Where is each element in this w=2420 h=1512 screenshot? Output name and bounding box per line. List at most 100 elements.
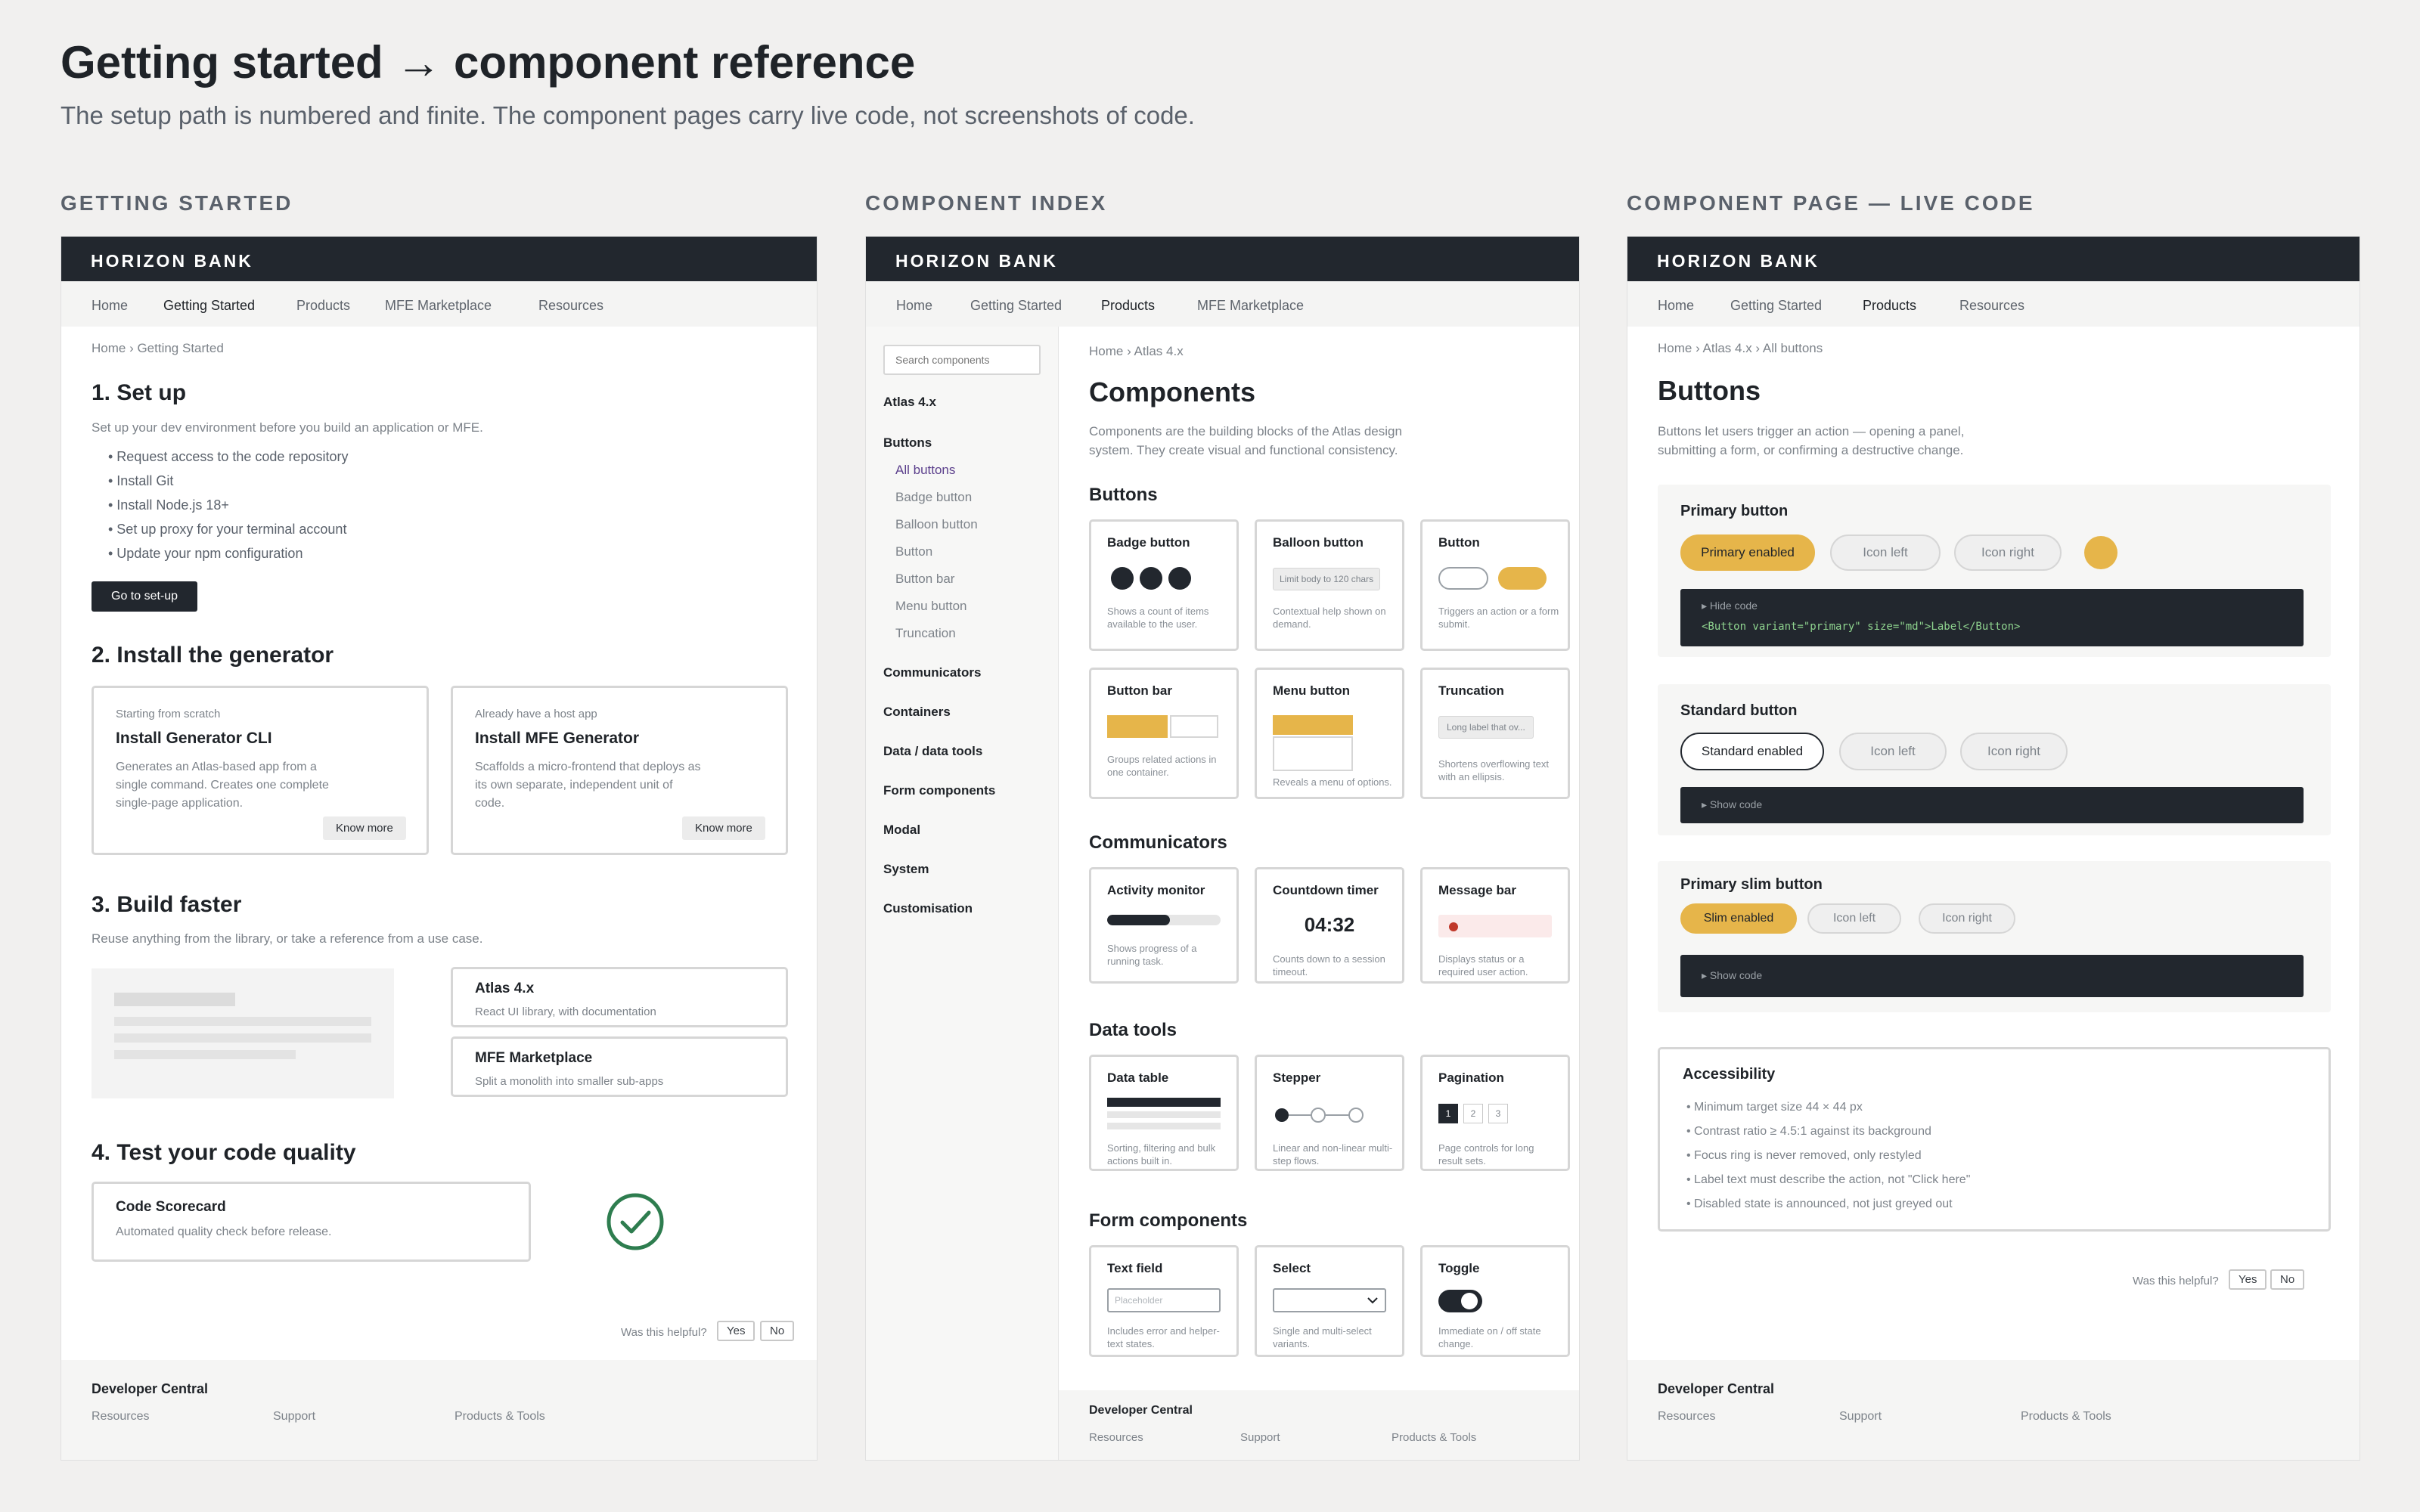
mfe-marketplace-card[interactable]: MFE Marketplace Split a monolith into sm… [451, 1036, 788, 1097]
nav-getting-started[interactable]: Getting Started [163, 298, 255, 314]
footer-link-support[interactable]: Support [273, 1410, 315, 1424]
buttons-intro: Buttons let users trigger an action — op… [1658, 424, 1965, 457]
sidebar-item-balloon-button[interactable]: Balloon button [895, 517, 978, 532]
search-components-input[interactable] [883, 345, 1041, 375]
icon-right-button[interactable]: Icon right [1919, 903, 2015, 934]
icon-left-button[interactable]: Icon left [1830, 534, 1941, 571]
helpful-yes-button[interactable]: Yes [717, 1321, 755, 1341]
nav-products[interactable]: Products [1101, 298, 1155, 314]
page-2[interactable]: 2 [1463, 1104, 1483, 1123]
footer-link-products-tools[interactable]: Products & Tools [1392, 1431, 1476, 1444]
footer-link-products-tools[interactable]: Products & Tools [2021, 1410, 2111, 1424]
nav-home[interactable]: Home [92, 298, 128, 314]
badge-dot [1111, 567, 1134, 590]
footer-link-support[interactable]: Support [1839, 1410, 1882, 1424]
nav-getting-started[interactable]: Getting Started [970, 298, 1062, 314]
footer-link-resources[interactable]: Resources [92, 1410, 149, 1424]
nav-resources[interactable]: Resources [538, 298, 603, 314]
sidebar-item-communicators[interactable]: Communicators [883, 665, 981, 680]
code-block: ▸ Hide code <Button variant="primary" si… [1680, 589, 2304, 646]
footer-link-support[interactable]: Support [1240, 1431, 1280, 1444]
component-card-toggle[interactable]: Toggle Immediate on / off state change. [1420, 1245, 1570, 1357]
nav-products[interactable]: Products [1863, 298, 1916, 314]
sidebar-item-badge-button[interactable]: Badge button [895, 490, 972, 505]
component-card-balloon-button[interactable]: Balloon button Limit body to 120 chars C… [1255, 519, 1404, 651]
install-mfe-card[interactable]: Already have a host app Install MFE Gene… [451, 686, 788, 855]
sidebar-item-customisation[interactable]: Customisation [883, 901, 973, 916]
icon-left-button[interactable]: Icon left [1807, 903, 1901, 934]
icon-only-button[interactable] [2084, 536, 2118, 569]
footer-link-products-tools[interactable]: Products & Tools [455, 1410, 545, 1424]
helpful-no-button[interactable]: No [2270, 1269, 2305, 1290]
breadcrumb[interactable]: Home › Atlas 4.x › All buttons [1658, 341, 1823, 356]
nav-mfe-marketplace[interactable]: MFE Marketplace [385, 298, 492, 314]
primary-enabled-button[interactable]: Primary enabled [1680, 534, 1815, 571]
card-title: Select [1273, 1261, 1311, 1275]
sidebar-item-button[interactable]: Button [895, 544, 932, 559]
card-title: Install Generator CLI [116, 730, 272, 747]
column-label-component-page: COMPONENT PAGE — LIVE CODE [1627, 191, 2035, 215]
code-scorecard-card[interactable]: Code Scorecard Automated quality check b… [92, 1182, 531, 1262]
sidebar-item-buttons[interactable]: Buttons [883, 435, 932, 451]
component-card-activity-monitor[interactable]: Activity monitor Shows progress of a run… [1089, 867, 1239, 984]
know-more-button[interactable]: Know more [323, 816, 406, 840]
card-title: Menu button [1273, 683, 1350, 698]
component-card-badge-button[interactable]: Badge button Shows a count of items avai… [1089, 519, 1239, 651]
card-title: Code Scorecard [116, 1199, 226, 1215]
section-title-form-components: Form components [1089, 1210, 1248, 1231]
nav-getting-started[interactable]: Getting Started [1730, 298, 1822, 314]
component-card-data-table[interactable]: Data table Sorting, filtering and bulk a… [1089, 1055, 1239, 1171]
component-card-countdown-timer[interactable]: Countdown timer 04:32 Counts down to a s… [1255, 867, 1404, 984]
show-code-toggle[interactable]: ▸ Show code [1702, 798, 1762, 811]
footer-link-resources[interactable]: Resources [1658, 1410, 1715, 1424]
page-3[interactable]: 3 [1488, 1104, 1508, 1123]
card-description: Groups related actions in one container. [1107, 754, 1217, 778]
slim-enabled-button[interactable]: Slim enabled [1680, 903, 1797, 934]
sidebar-item-button-bar[interactable]: Button bar [895, 572, 954, 587]
component-card-button[interactable]: Button Triggers an action or a form subm… [1420, 519, 1570, 651]
sidebar-item-menu-button[interactable]: Menu button [895, 599, 967, 614]
sidebar-item-containers[interactable]: Containers [883, 705, 951, 720]
nav-resources[interactable]: Resources [1959, 298, 2024, 314]
component-card-button-bar[interactable]: Button bar Groups related actions in one… [1089, 668, 1239, 799]
nav-products[interactable]: Products [296, 298, 350, 314]
know-more-button[interactable]: Know more [682, 816, 765, 840]
component-card-stepper[interactable]: Stepper Linear and non-linear multi-step… [1255, 1055, 1404, 1171]
install-cli-card[interactable]: Starting from scratch Install Generator … [92, 686, 429, 855]
nav-mfe-marketplace[interactable]: MFE Marketplace [1197, 298, 1304, 314]
go-to-setup-button[interactable]: Go to set-up [92, 581, 198, 612]
sidebar-item-all-buttons[interactable]: All buttons [895, 463, 955, 478]
card-eyebrow: Already have a host app [475, 708, 597, 720]
icon-right-button[interactable]: Icon right [1954, 534, 2062, 571]
standard-enabled-button[interactable]: Standard enabled [1680, 733, 1824, 770]
slim-button-title: Primary slim button [1680, 876, 1823, 893]
component-card-truncation[interactable]: Truncation Long label that ov... Shorten… [1420, 668, 1570, 799]
helpful-no-button[interactable]: No [760, 1321, 795, 1341]
component-card-select[interactable]: Select Single and multi-select variants. [1255, 1245, 1404, 1357]
hide-code-toggle[interactable]: ▸ Hide code [1702, 600, 1758, 612]
page-1[interactable]: 1 [1438, 1104, 1458, 1123]
atlas-card[interactable]: Atlas 4.x React UI library, with documen… [451, 967, 788, 1027]
card-description: Counts down to a session timeout. [1273, 953, 1385, 978]
nav-home[interactable]: Home [896, 298, 932, 314]
helpful-yes-button[interactable]: Yes [2229, 1269, 2267, 1290]
sidebar-item-atlas[interactable]: Atlas 4.x [883, 395, 936, 410]
footer-link-resources[interactable]: Resources [1089, 1431, 1143, 1444]
truncation-chip: Long label that ov... [1438, 716, 1534, 739]
sidebar-item-data-tools[interactable]: Data / data tools [883, 744, 982, 759]
breadcrumb[interactable]: Home › Getting Started [92, 341, 224, 356]
sidebar-item-system[interactable]: System [883, 862, 929, 877]
icon-right-button[interactable]: Icon right [1960, 733, 2068, 770]
show-code-toggle[interactable]: ▸ Show code [1702, 969, 1762, 982]
column-label-getting-started: GETTING STARTED [60, 191, 293, 215]
nav-home[interactable]: Home [1658, 298, 1694, 314]
sidebar-item-form-components[interactable]: Form components [883, 783, 995, 798]
component-card-menu-button[interactable]: Menu button Reveals a menu of options. [1255, 668, 1404, 799]
component-card-message-bar[interactable]: Message bar Displays status or a require… [1420, 867, 1570, 984]
component-card-pagination[interactable]: Pagination 1 2 3 Page controls for long … [1420, 1055, 1570, 1171]
breadcrumb[interactable]: Home › Atlas 4.x [1089, 344, 1184, 359]
sidebar-item-modal[interactable]: Modal [883, 823, 920, 838]
component-card-text-field[interactable]: Text field Placeholder Includes error an… [1089, 1245, 1239, 1357]
icon-left-button[interactable]: Icon left [1839, 733, 1947, 770]
sidebar-item-truncation[interactable]: Truncation [895, 626, 956, 641]
